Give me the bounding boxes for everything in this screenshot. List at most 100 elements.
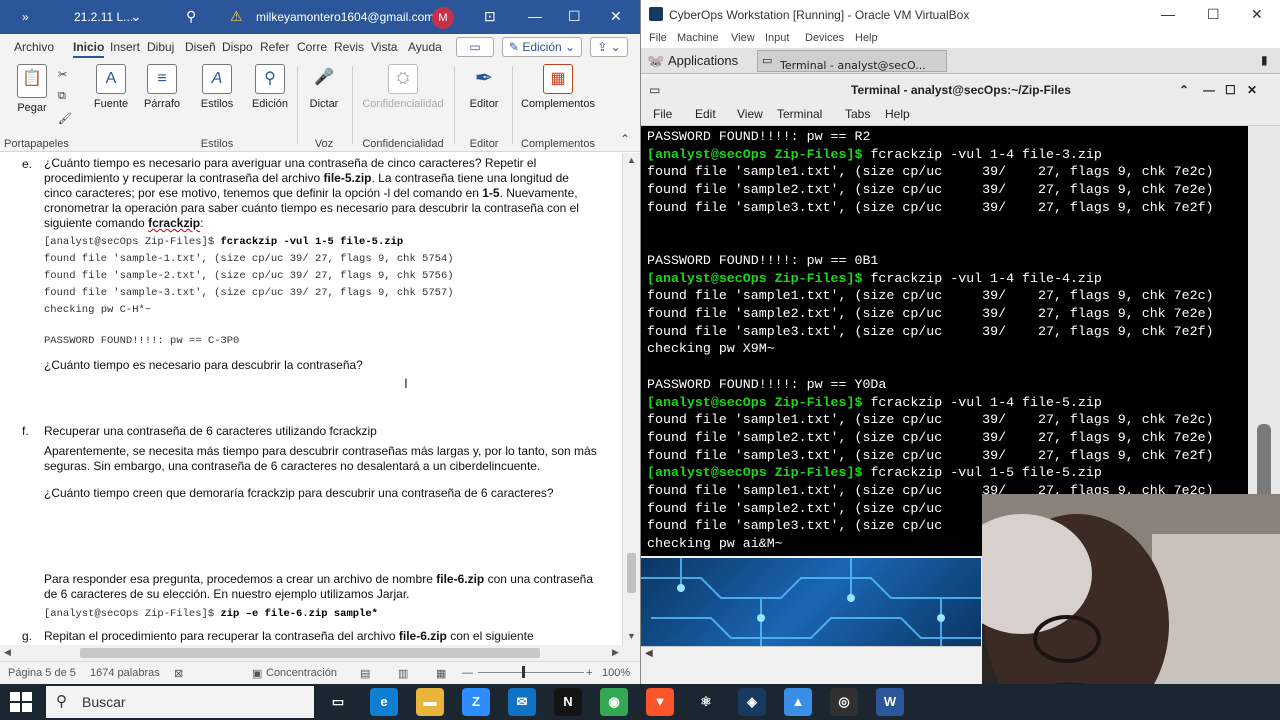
term-menu-help[interactable]: Help xyxy=(885,107,910,121)
tab-referencias[interactable]: Refer xyxy=(260,40,289,54)
virtualbox-icon[interactable]: ◈ xyxy=(738,688,766,716)
tab-ayuda[interactable]: Ayuda xyxy=(408,40,442,54)
edge-icon[interactable]: e xyxy=(370,688,398,716)
cut-icon[interactable]: ✂ xyxy=(58,68,67,81)
chevron-down-icon[interactable]: ⌄ xyxy=(130,8,142,25)
copy-icon[interactable]: ⧉ xyxy=(58,90,66,103)
zoom-level[interactable]: 100% xyxy=(602,667,630,679)
doc-paragraph: ¿Cuánto tiempo es necesario para averigu… xyxy=(44,156,537,170)
tab-diseno[interactable]: Diseñ xyxy=(185,40,216,54)
horizontal-scrollbar[interactable]: ◀ ▶ xyxy=(0,645,640,661)
tab-inicio[interactable]: Inicio xyxy=(73,40,105,58)
document-name[interactable]: 21.2.11 L... xyxy=(74,10,133,24)
taskbar-search[interactable]: ⚲ Buscar xyxy=(46,686,314,718)
menu-machine[interactable]: Machine xyxy=(677,32,719,44)
format-painter-icon[interactable]: 🖌 xyxy=(58,112,72,125)
windows-start-icon[interactable] xyxy=(10,692,32,712)
zoom-icon[interactable]: Z xyxy=(462,688,490,716)
paste-button[interactable]: 📋 Pegar xyxy=(10,64,54,114)
comments-button[interactable]: ▭ xyxy=(456,37,494,57)
tab-correspondencia[interactable]: Corre xyxy=(297,40,327,54)
term-menu-edit[interactable]: Edit xyxy=(695,107,716,121)
applications-menu[interactable]: Applications xyxy=(668,53,738,68)
addins-button[interactable]: ▦ Complementos xyxy=(516,64,600,110)
menu-file[interactable]: File xyxy=(649,32,667,44)
minimize-icon[interactable]: — xyxy=(1161,6,1175,22)
share-button[interactable]: ⇪ ⌄ xyxy=(590,37,628,57)
scroll-left-icon[interactable]: ◀ xyxy=(4,647,11,658)
terminal-output[interactable]: PASSWORD FOUND!!!!: pw == R2 [analyst@sec… xyxy=(641,126,1248,556)
tab-revisar[interactable]: Revis xyxy=(334,40,364,54)
brave-icon[interactable]: ▼ xyxy=(646,688,674,716)
search-icon[interactable]: ⚲ xyxy=(186,8,196,25)
more-commands-icon[interactable]: » xyxy=(22,10,29,24)
tab-insertar[interactable]: Insert xyxy=(110,40,140,54)
terminal-scrollbar[interactable] xyxy=(1248,126,1280,556)
editing-mode-button[interactable]: ✎ Edición ⌄ xyxy=(502,37,582,57)
horizontal-scroll-thumb[interactable] xyxy=(80,648,540,658)
chrome-icon[interactable]: ◉ xyxy=(600,688,628,716)
atom-icon[interactable]: ⚛ xyxy=(692,688,720,716)
mail-icon[interactable]: ✉ xyxy=(508,688,536,716)
term-menu-view[interactable]: View xyxy=(737,107,763,121)
task-view-icon[interactable]: ▭ xyxy=(324,688,352,716)
tab-dibujar[interactable]: Dibuj xyxy=(147,40,174,54)
panel-menu-icon[interactable]: ▮ xyxy=(1261,53,1268,67)
paragraph-button[interactable]: ≡ Párrafo xyxy=(140,64,184,110)
term-menu-file[interactable]: File xyxy=(653,107,672,121)
paint-icon[interactable]: ▲ xyxy=(784,688,812,716)
tab-disposicion[interactable]: Dispo xyxy=(222,40,253,54)
minimize-icon[interactable]: — xyxy=(528,8,542,24)
close-icon[interactable]: ✕ xyxy=(1251,6,1263,23)
tab-vista[interactable]: Vista xyxy=(371,40,397,54)
focus-icon[interactable]: ▣ xyxy=(252,667,262,680)
word-icon[interactable]: W xyxy=(876,688,904,716)
proofing-icon[interactable]: ⊠ xyxy=(174,667,183,680)
menu-view[interactable]: View xyxy=(731,32,755,44)
sensitivity-button[interactable]: ⛭ Confidencialidad xyxy=(358,64,448,110)
minimize-icon[interactable]: — xyxy=(1203,78,1215,102)
read-mode-icon[interactable]: ▤ xyxy=(360,667,370,680)
vertical-scrollbar[interactable]: ▲ ▼ xyxy=(622,153,640,645)
avatar[interactable]: M xyxy=(432,7,454,29)
file-explorer-icon[interactable]: ▬ xyxy=(416,688,444,716)
print-layout-icon[interactable]: ▥ xyxy=(398,667,408,680)
dictate-button[interactable]: 🎤 Dictar xyxy=(304,64,344,110)
tab-archivo[interactable]: Archivo xyxy=(14,40,54,54)
menu-devices[interactable]: Devices xyxy=(805,32,844,44)
applications-menu-icon[interactable]: 🐭 xyxy=(647,53,664,70)
zoom-out-icon[interactable]: — xyxy=(462,667,473,679)
focus-mode-button[interactable]: Concentración xyxy=(266,667,337,679)
collapse-ribbon-icon[interactable]: ⌃ xyxy=(620,132,630,146)
zoom-slider[interactable] xyxy=(478,672,584,673)
scroll-up-icon[interactable]: ▲ xyxy=(627,155,636,165)
taskbar-terminal-button[interactable]: ▭ Terminal - analyst@secO... xyxy=(757,50,947,72)
term-menu-terminal[interactable]: Terminal xyxy=(777,107,822,121)
menu-input[interactable]: Input xyxy=(765,32,789,44)
scroll-thumb[interactable] xyxy=(627,553,636,593)
scroll-down-icon[interactable]: ▼ xyxy=(627,631,636,641)
zoom-slider-thumb[interactable] xyxy=(522,666,525,678)
web-layout-icon[interactable]: ▦ xyxy=(436,667,446,680)
scroll-left-icon[interactable]: ◀ xyxy=(645,648,653,659)
font-button[interactable]: A Fuente xyxy=(90,64,132,110)
terminal-line: checking pw X9M~ xyxy=(647,340,775,358)
maximize-icon[interactable]: ☐ xyxy=(568,8,581,25)
term-menu-tabs[interactable]: Tabs xyxy=(845,107,870,121)
zoom-in-icon[interactable]: + xyxy=(586,667,592,679)
netflix-icon[interactable]: N xyxy=(554,688,582,716)
close-icon[interactable]: ✕ xyxy=(1247,78,1257,102)
ribbon-display-icon[interactable]: ⊡ xyxy=(484,8,496,25)
obs-icon[interactable]: ◎ xyxy=(830,688,858,716)
chevron-up-icon[interactable]: ⌃ xyxy=(1179,78,1189,102)
terminal-line: found file 'sample3.txt', (size cp/uc 39… xyxy=(647,199,1214,217)
close-icon[interactable]: ✕ xyxy=(610,8,622,25)
maximize-icon[interactable]: ☐ xyxy=(1207,6,1220,23)
styles-button[interactable]: A Estilos xyxy=(194,64,240,110)
menu-help[interactable]: Help xyxy=(855,32,878,44)
scroll-right-icon[interactable]: ▶ xyxy=(612,647,619,658)
editor-button[interactable]: ✒ Editor xyxy=(462,64,506,110)
maximize-icon[interactable]: ☐ xyxy=(1225,78,1236,102)
document-page[interactable]: e. ¿Cuánto tiempo es necesario para aver… xyxy=(0,153,622,645)
editing-button[interactable]: ⚲ Edición xyxy=(248,64,292,110)
